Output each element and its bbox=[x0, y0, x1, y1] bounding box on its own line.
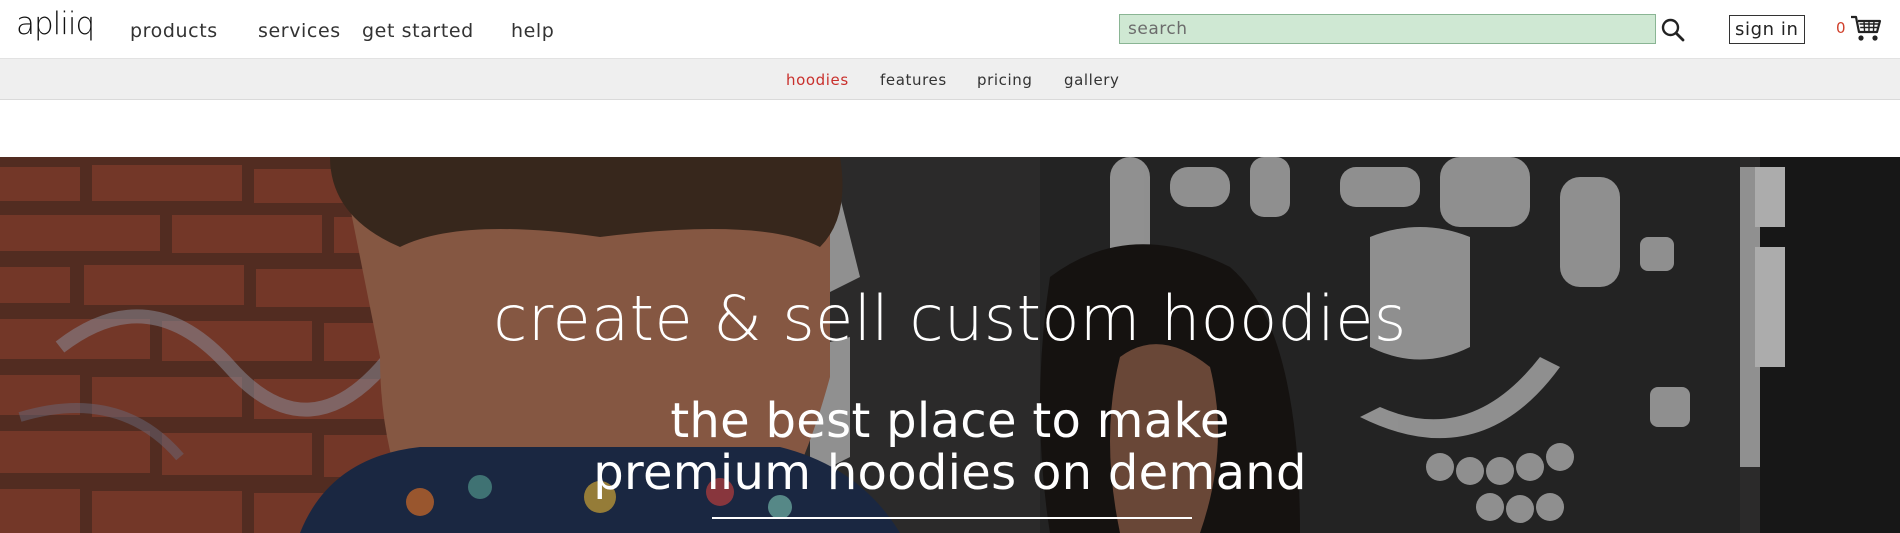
search-button[interactable] bbox=[1660, 17, 1686, 43]
nav-get-started[interactable]: get started bbox=[362, 20, 474, 42]
nav-services[interactable]: services bbox=[258, 20, 341, 42]
search-icon bbox=[1661, 18, 1685, 42]
apliiq-logo[interactable]: apliiq bbox=[16, 6, 95, 42]
hero-subtitle-line-1: the best place to make bbox=[670, 393, 1230, 449]
top-navigation: apliiq products services get started hel… bbox=[0, 0, 1900, 58]
search-input[interactable] bbox=[1119, 14, 1656, 44]
hero-banner: create & sell custom hoodies the best pl… bbox=[0, 157, 1900, 533]
nav-products[interactable]: products bbox=[130, 20, 218, 42]
subnav-hoodies[interactable]: hoodies bbox=[786, 71, 849, 89]
subnav-features[interactable]: features bbox=[880, 71, 947, 89]
hero-subtitle-line-2: premium hoodies on demand bbox=[593, 445, 1307, 501]
nav-help[interactable]: help bbox=[511, 20, 554, 42]
sub-navigation: hoodies features pricing gallery bbox=[0, 58, 1900, 100]
subnav-pricing[interactable]: pricing bbox=[977, 71, 1033, 89]
hero-divider bbox=[712, 517, 1192, 519]
cart-count-badge[interactable]: 0 bbox=[1836, 19, 1846, 37]
sign-in-button[interactable]: sign in bbox=[1729, 15, 1805, 44]
hero-subtitle: the best place to make premium hoodies o… bbox=[0, 395, 1900, 499]
cart-button[interactable] bbox=[1850, 15, 1882, 43]
shopping-cart-icon bbox=[1851, 15, 1882, 41]
hero-title: create & sell custom hoodies bbox=[493, 282, 1407, 355]
subnav-gallery[interactable]: gallery bbox=[1064, 71, 1120, 89]
